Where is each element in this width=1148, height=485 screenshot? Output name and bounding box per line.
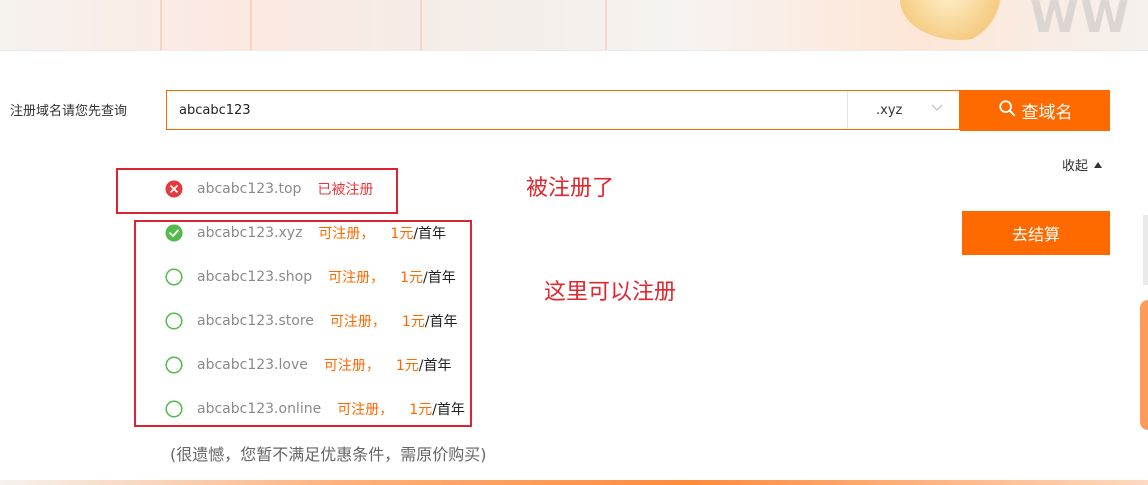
search-icon	[998, 99, 1016, 122]
bottom-bar	[0, 480, 1148, 485]
tld-select-value: .xyz	[876, 103, 903, 118]
banner-globe-decoration	[900, 0, 1020, 40]
annotation-box-available	[134, 220, 472, 427]
annotation-box-taken	[116, 168, 398, 214]
search-button-label: 查域名	[1021, 103, 1073, 123]
chevron-down-icon	[930, 100, 944, 117]
checkout-button[interactable]: 去结算	[962, 211, 1110, 255]
banner-stripe	[420, 0, 422, 50]
search-box: .xyz	[166, 90, 960, 130]
side-panel-edge	[1143, 215, 1148, 285]
search-label: 注册域名请您先查询	[10, 104, 128, 119]
banner-stripe	[605, 0, 607, 50]
domain-search-input[interactable]	[179, 91, 839, 129]
collapse-label: 收起	[1062, 159, 1089, 174]
annotation-text-available: 这里可以注册	[544, 280, 677, 305]
banner-stripe	[160, 0, 162, 50]
banner-www-decoration: WW	[1030, 0, 1132, 43]
annotation-text-taken: 被注册了	[526, 176, 615, 201]
banner-stripe	[250, 0, 252, 50]
search-domain-button[interactable]: 查域名	[960, 90, 1110, 131]
discount-notice: (很遗憾，您暂不满足优惠条件，需原价购买)	[170, 445, 487, 464]
collapse-toggle[interactable]: 收起	[1062, 155, 1103, 174]
side-float-tab[interactable]	[1140, 300, 1148, 430]
top-banner: WW	[0, 0, 1148, 51]
triangle-up-icon	[1094, 162, 1103, 168]
tld-select[interactable]: .xyz	[847, 91, 960, 129]
